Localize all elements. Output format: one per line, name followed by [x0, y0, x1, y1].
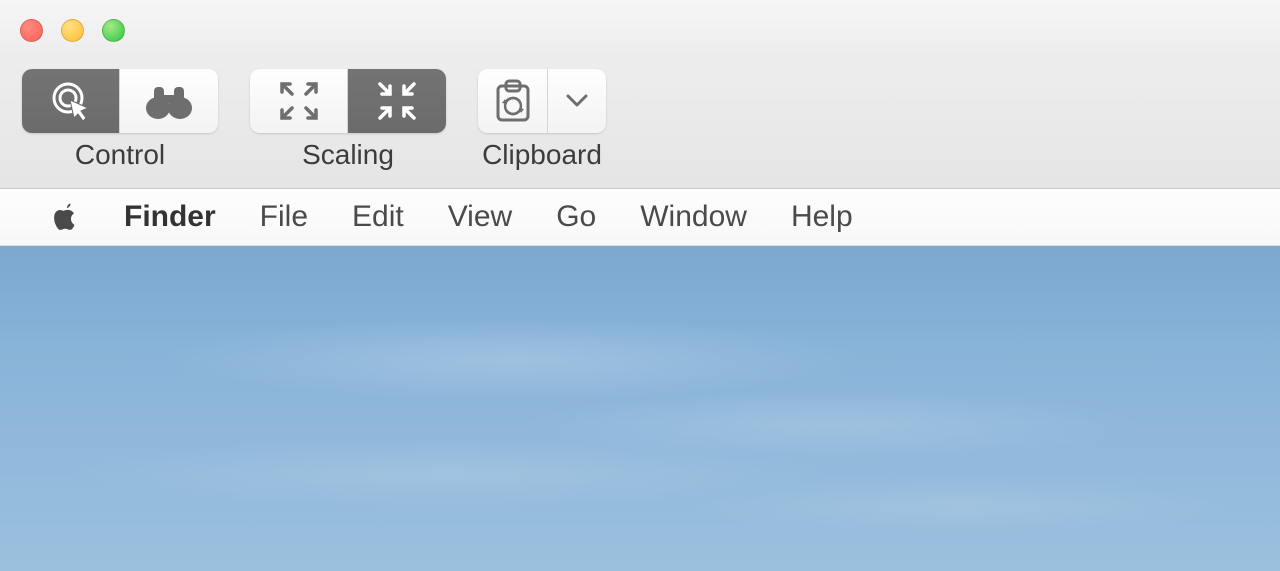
menubar-item-file[interactable]: File	[260, 200, 308, 234]
contract-arrows-icon	[374, 78, 420, 124]
toolbar-group-label: Clipboard	[482, 139, 602, 171]
apple-menu-icon[interactable]	[50, 202, 80, 232]
menubar-item-go[interactable]: Go	[556, 200, 596, 234]
menubar-app-name[interactable]: Finder	[124, 200, 216, 234]
control-cursor-button[interactable]	[22, 69, 120, 133]
menubar-item-view[interactable]: View	[448, 200, 512, 234]
chevron-down-icon	[566, 94, 588, 108]
binoculars-icon	[144, 81, 194, 121]
menubar-item-help[interactable]: Help	[791, 200, 853, 234]
toolbar-group-label: Scaling	[302, 139, 394, 171]
menubar-item-window[interactable]: Window	[640, 200, 747, 234]
toolbar-group-scaling: Scaling	[250, 69, 446, 171]
clipboard-menu-button[interactable]	[548, 69, 606, 133]
cursor-target-icon	[48, 78, 94, 124]
toolbar-group-control: Control	[22, 69, 218, 171]
scaling-segment	[250, 69, 446, 133]
window-minimize-button[interactable]	[61, 19, 84, 42]
scaling-actual-button[interactable]	[348, 69, 446, 133]
toolbar: Control	[0, 61, 1280, 189]
screen-sharing-window: Control	[0, 0, 1280, 571]
remote-menubar: Finder File Edit View Go Window Help	[0, 189, 1280, 246]
clipboard-sync-button[interactable]	[478, 69, 548, 133]
traffic-lights	[20, 19, 125, 42]
titlebar	[0, 0, 1280, 61]
toolbar-group-label: Control	[75, 139, 165, 171]
expand-arrows-icon	[276, 78, 322, 124]
window-close-button[interactable]	[20, 19, 43, 42]
menubar-item-edit[interactable]: Edit	[352, 200, 404, 234]
window-zoom-button[interactable]	[102, 19, 125, 42]
remote-desktop-background[interactable]	[0, 246, 1280, 571]
clipboard-sync-icon	[492, 78, 534, 124]
toolbar-group-clipboard: Clipboard	[478, 69, 606, 171]
clipboard-segment	[478, 69, 606, 133]
scaling-fit-button[interactable]	[250, 69, 348, 133]
control-segment	[22, 69, 218, 133]
control-observe-button[interactable]	[120, 69, 218, 133]
